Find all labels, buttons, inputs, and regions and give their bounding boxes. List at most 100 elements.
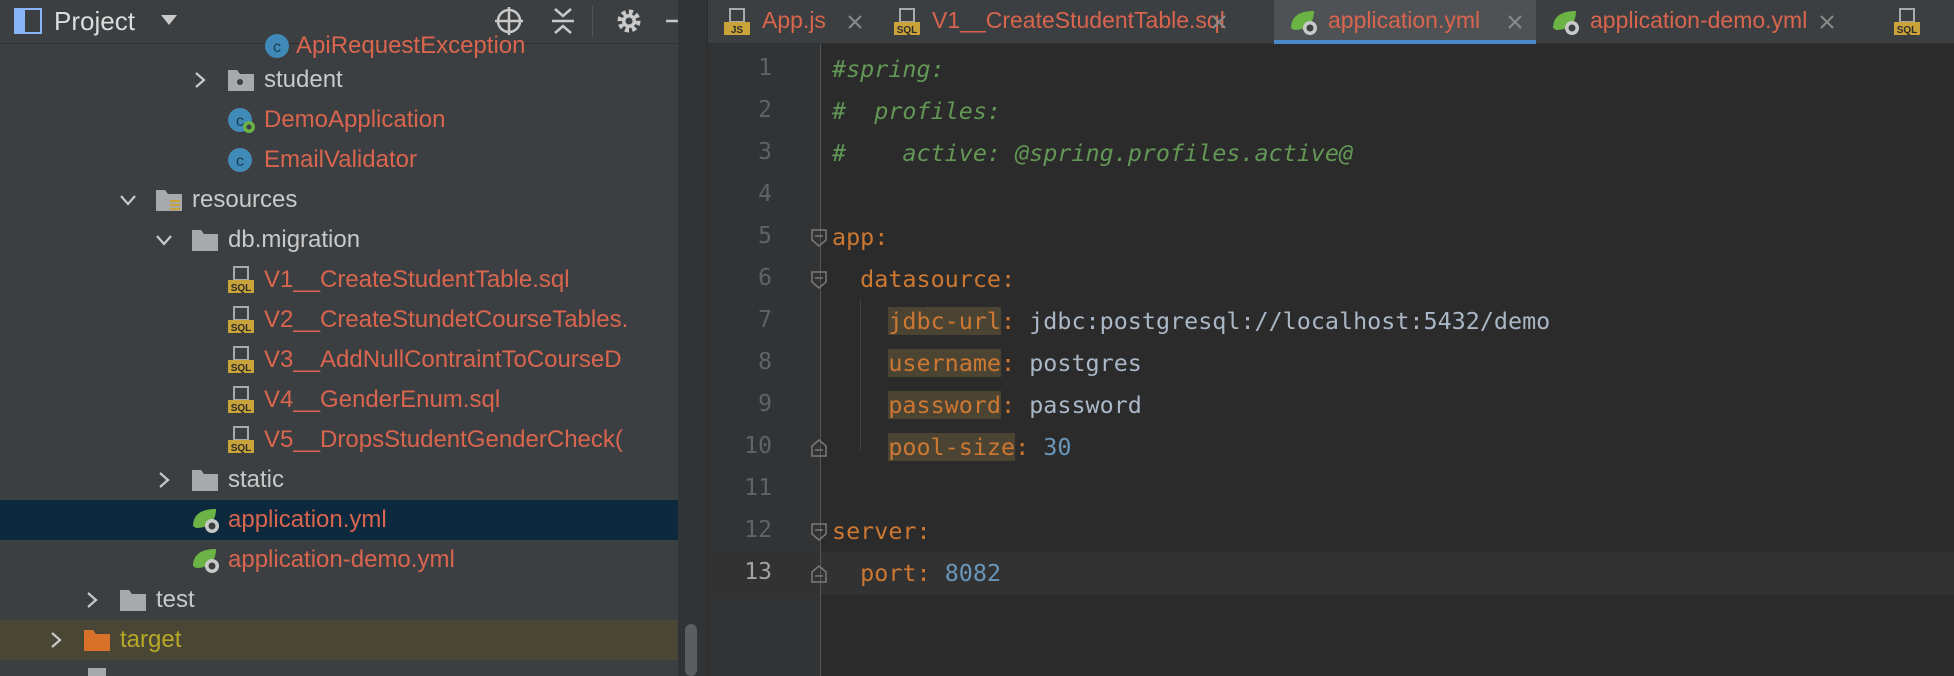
tree-item-label: EmailValidator bbox=[264, 146, 417, 173]
yaml-key: server bbox=[832, 517, 917, 545]
yaml-number: 30 bbox=[1043, 433, 1072, 461]
chevron-down-icon[interactable] bbox=[118, 190, 138, 210]
yaml-key: username bbox=[888, 349, 1002, 377]
close-icon[interactable] bbox=[1818, 13, 1836, 31]
chevron-down-icon[interactable] bbox=[160, 13, 178, 27]
svg-text:JS: JS bbox=[731, 25, 744, 36]
code-line-8[interactable]: username: postgres bbox=[832, 349, 1142, 377]
tree-item-label: V4__GenderEnum.sql bbox=[264, 386, 501, 413]
fold-end-marker-icon[interactable] bbox=[810, 438, 828, 458]
code-line-2[interactable]: # profiles: bbox=[832, 97, 1001, 125]
spring-yml-icon bbox=[1291, 11, 1317, 35]
line-number-current: 13 bbox=[744, 559, 772, 585]
tree-item-label: test bbox=[156, 586, 195, 613]
fold-end-marker-icon[interactable] bbox=[810, 564, 828, 584]
svg-text:c: c bbox=[273, 39, 281, 56]
tree-item-application-yml[interactable]: application.yml bbox=[0, 500, 678, 540]
chevron-right-icon[interactable] bbox=[82, 590, 102, 610]
close-icon[interactable] bbox=[846, 13, 864, 31]
spring-yml-icon bbox=[193, 549, 219, 573]
close-icon[interactable] bbox=[1506, 13, 1524, 31]
code-line-9[interactable]: password: password bbox=[832, 391, 1142, 419]
tree-item-test[interactable]: test bbox=[0, 580, 678, 620]
tree-item-label: V3__AddNullContraintToCourseD bbox=[264, 346, 622, 373]
excluded-folder-icon bbox=[84, 630, 110, 651]
tab-label: application.yml bbox=[1328, 7, 1481, 33]
line-number: 7 bbox=[758, 307, 772, 333]
svg-text:SQL: SQL bbox=[231, 403, 252, 414]
yaml-number: 8082 bbox=[944, 559, 1002, 587]
sql-file-icon: SQL bbox=[228, 346, 254, 374]
spring-boot-class-icon: c bbox=[228, 108, 255, 133]
tab-v2-sql-partial[interactable]: SQL bbox=[1878, 0, 1954, 44]
chevron-right-icon[interactable] bbox=[190, 70, 210, 90]
spring-yml-icon bbox=[1553, 11, 1579, 35]
code-line-3[interactable]: # active: @spring.profiles.active@ bbox=[832, 139, 1353, 167]
sql-file-icon: SQL bbox=[228, 386, 254, 414]
yaml-key: password bbox=[888, 391, 1002, 419]
line-number: 12 bbox=[744, 517, 772, 543]
tree-item-label: V1__CreateStudentTable.sql bbox=[264, 266, 570, 293]
tree-item-email-validator[interactable]: c EmailValidator bbox=[0, 140, 678, 180]
tab-application-demo-yml[interactable]: application-demo.yml bbox=[1536, 0, 1848, 44]
resources-folder-icon bbox=[156, 190, 182, 211]
tab-application-yml[interactable]: application.yml bbox=[1274, 0, 1536, 44]
code-line-12[interactable]: server: bbox=[832, 517, 931, 545]
code-line-6[interactable]: datasource: bbox=[832, 265, 1015, 293]
chevron-right-icon[interactable] bbox=[46, 630, 66, 650]
tree-item-student[interactable]: student bbox=[0, 60, 678, 100]
chevron-down-icon[interactable] bbox=[154, 230, 174, 250]
tree-item-label: application-demo.yml bbox=[228, 546, 455, 573]
tab-label: App.js bbox=[762, 7, 826, 33]
tab-v1-sql[interactable]: SQL V1__CreateStudentTable.sql bbox=[878, 0, 1242, 44]
spring-yml-icon bbox=[193, 509, 219, 533]
tree-item-target[interactable]: target bbox=[0, 620, 678, 660]
folder-icon bbox=[192, 470, 218, 491]
svg-text:c: c bbox=[236, 113, 244, 130]
project-panel-scrollbar[interactable] bbox=[685, 624, 697, 676]
class-icon: c bbox=[265, 34, 289, 58]
tree-item-label: student bbox=[264, 66, 343, 93]
comment-text: #spring: bbox=[832, 55, 945, 83]
fold-marker-icon[interactable] bbox=[810, 228, 828, 248]
tree-item-label: resources bbox=[192, 186, 298, 213]
comment-text: # profiles: bbox=[832, 97, 1001, 125]
tree-item-label: application.yml bbox=[228, 506, 387, 533]
tree-item-v1-sql[interactable]: SQL V1__CreateStudentTable.sql bbox=[0, 260, 678, 300]
tree-item-label: V5__DropsStudentGenderCheck( bbox=[264, 426, 623, 453]
code-line-7[interactable]: jdbc-url: jdbc:postgresql://localhost:54… bbox=[832, 307, 1550, 335]
code-line-13[interactable]: port: 8082 bbox=[832, 559, 1001, 587]
yaml-key: app bbox=[832, 223, 875, 251]
yaml-key: jdbc-url bbox=[888, 307, 1002, 335]
line-number: 6 bbox=[758, 265, 772, 291]
tree-item-resources[interactable]: resources bbox=[0, 180, 678, 220]
yaml-value: password bbox=[1029, 391, 1142, 419]
file-icon bbox=[88, 668, 106, 676]
tree-item-demo-application[interactable]: c DemoApplication bbox=[0, 100, 678, 140]
panel-scroll-track bbox=[678, 0, 708, 676]
tree-item-v5-sql[interactable]: SQL V5__DropsStudentGenderCheck( bbox=[0, 420, 678, 460]
fold-marker-icon[interactable] bbox=[810, 270, 828, 290]
svg-text:SQL: SQL bbox=[1897, 25, 1918, 36]
project-tool-window: Project c ApiRequestException student c … bbox=[0, 0, 678, 676]
tree-item-db-migration[interactable]: db.migration bbox=[0, 220, 678, 260]
tree-item-v3-sql[interactable]: SQL V3__AddNullContraintToCourseD bbox=[0, 340, 678, 380]
code-line-10[interactable]: pool-size: 30 bbox=[832, 433, 1071, 461]
tree-item-partial[interactable] bbox=[0, 660, 678, 676]
tree-item-v2-sql[interactable]: SQL V2__CreateStundetCourseTables. bbox=[0, 300, 678, 340]
tab-app-js[interactable]: JS App.js bbox=[708, 0, 878, 44]
line-number: 11 bbox=[744, 475, 772, 501]
tree-item-application-demo-yml[interactable]: application-demo.yml bbox=[0, 540, 678, 580]
comment-text: # active: @spring.profiles.active@ bbox=[832, 139, 1354, 167]
fold-marker-icon[interactable] bbox=[810, 522, 828, 542]
svg-text:SQL: SQL bbox=[231, 283, 252, 294]
tree-item-static[interactable]: static bbox=[0, 460, 678, 500]
tree-item-v4-sql[interactable]: SQL V4__GenderEnum.sql bbox=[0, 380, 678, 420]
code-line-5[interactable]: app: bbox=[832, 223, 888, 251]
code-line-1[interactable]: #spring: bbox=[832, 55, 945, 83]
tab-label: application-demo.yml bbox=[1590, 7, 1808, 33]
class-icon: c bbox=[228, 148, 252, 172]
close-icon[interactable] bbox=[1210, 13, 1228, 31]
svg-text:SQL: SQL bbox=[231, 323, 252, 334]
chevron-right-icon[interactable] bbox=[154, 470, 174, 490]
